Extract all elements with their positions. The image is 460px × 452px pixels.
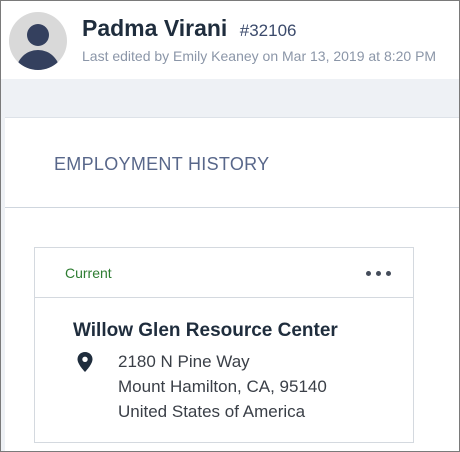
employment-history-view: Padma Virani #32106 Last edited by Emily… — [0, 0, 460, 452]
address-country: United States of America — [118, 402, 306, 421]
person-header: Padma Virani #32106 Last edited by Emily… — [1, 1, 459, 79]
more-options-icon — [366, 271, 371, 276]
map-pin-icon — [77, 352, 93, 372]
employer-name: Willow Glen Resource Center — [73, 320, 338, 341]
person-title-row: Padma Virani #32106 — [82, 15, 297, 42]
employment-card: Current Willow Glen Resource Center 2180… — [34, 247, 414, 443]
person-name: Padma Virani — [82, 15, 228, 41]
person-record-id: #32106 — [239, 21, 297, 40]
section-divider — [5, 207, 459, 208]
more-options-button[interactable] — [365, 266, 393, 280]
employment-section: EMPLOYMENT HISTORY Current Willow Glen R… — [5, 117, 459, 451]
address-street: 2180 N Pine Way — [118, 352, 250, 371]
user-avatar-icon — [9, 12, 67, 70]
employment-status-label: Current — [65, 265, 112, 281]
employment-card-header: Current — [35, 248, 413, 298]
section-title: EMPLOYMENT HISTORY — [54, 154, 270, 174]
last-edited-info: Last edited by Emily Keaney on Mar 13, 2… — [82, 48, 437, 64]
address-city-state-zip: Mount Hamilton, CA, 95140 — [118, 377, 327, 396]
